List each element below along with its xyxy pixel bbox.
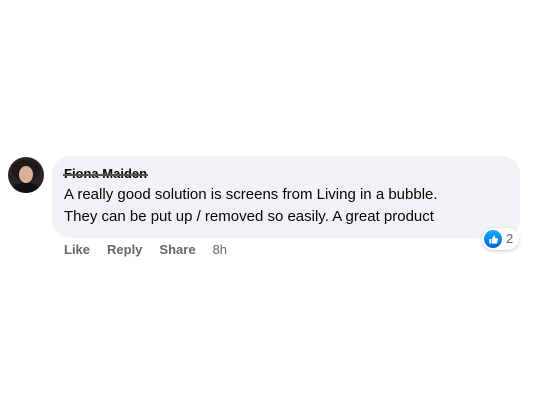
share-button[interactable]: Share	[159, 242, 195, 258]
comment: Fiona Maiden A really good solution is s…	[8, 156, 532, 266]
reaction-summary[interactable]: 2	[482, 228, 520, 250]
avatar-shirt	[13, 183, 39, 193]
avatar[interactable]	[8, 157, 44, 193]
comment-bubble: Fiona Maiden A really good solution is s…	[52, 156, 520, 238]
avatar-face	[19, 166, 33, 183]
like-icon	[484, 230, 502, 248]
reply-button[interactable]: Reply	[107, 242, 142, 258]
comment-actions: Like Reply Share 8h	[64, 242, 227, 258]
reaction-count: 2	[506, 231, 514, 246]
like-button[interactable]: Like	[64, 242, 90, 258]
comment-timestamp[interactable]: 8h	[213, 242, 227, 258]
comment-author[interactable]: Fiona Maiden	[62, 166, 149, 182]
comment-text: A really good solution is screens from L…	[64, 186, 438, 225]
